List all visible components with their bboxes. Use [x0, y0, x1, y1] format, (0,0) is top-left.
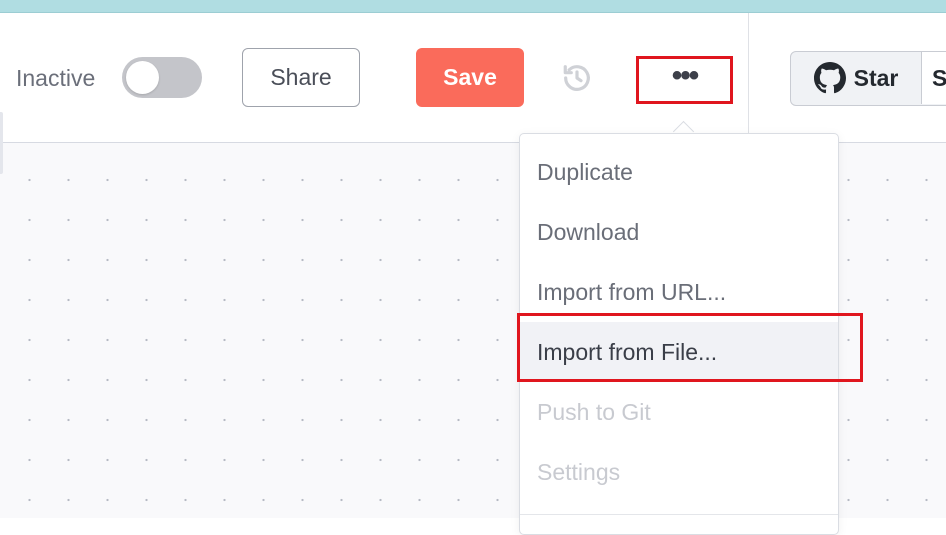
history-icon[interactable]: [561, 62, 593, 94]
more-options-menu: Duplicate Download Import from URL... Im…: [519, 133, 839, 535]
top-strip: [0, 0, 946, 13]
menu-item-settings: Settings: [537, 458, 621, 485]
save-button[interactable]: Save: [416, 48, 524, 107]
menu-item-import-from-file[interactable]: Import from File...: [520, 322, 838, 382]
sidebar-edge-tab[interactable]: [0, 112, 3, 174]
active-toggle[interactable]: [122, 57, 202, 98]
toggle-knob: [126, 61, 159, 94]
github-star-count[interactable]: S: [922, 52, 946, 104]
github-star-label: Star: [853, 64, 899, 91]
share-button[interactable]: Share: [242, 48, 360, 107]
more-horizontal-icon: •••: [671, 59, 699, 92]
header-divider: [748, 13, 749, 143]
github-icon: [813, 62, 846, 94]
menu-item-push-to-git: Push to Git: [537, 398, 651, 425]
more-options-button[interactable]: •••: [636, 56, 733, 104]
menu-item-download[interactable]: Download: [520, 202, 838, 262]
menu-item-import-from-url[interactable]: Import from URL...: [520, 262, 838, 322]
menu-divider: [520, 514, 838, 515]
github-star-group: Star S: [790, 51, 946, 106]
menu-item-duplicate[interactable]: Duplicate: [520, 142, 838, 202]
workflow-status-label: Inactive: [16, 65, 96, 91]
github-star-button[interactable]: Star: [791, 52, 922, 104]
